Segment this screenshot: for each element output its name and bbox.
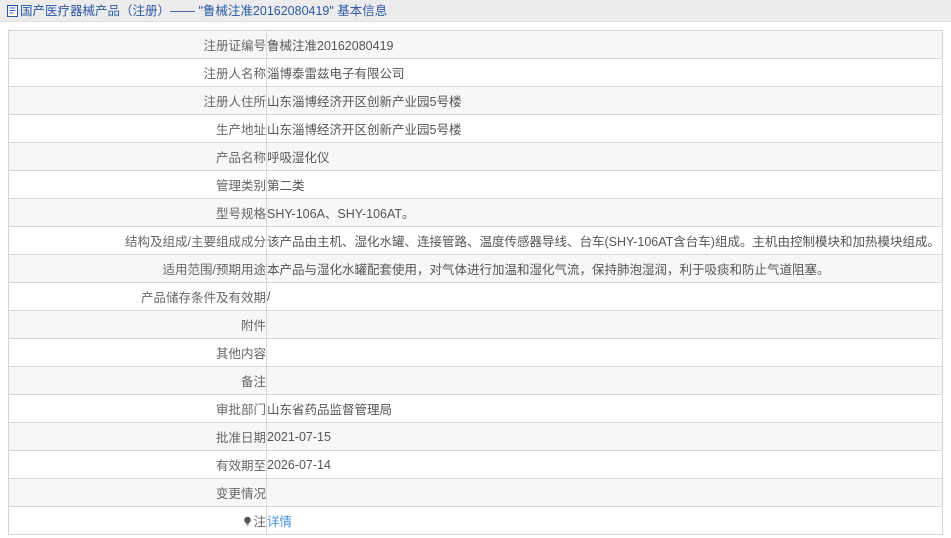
row-value: 山东淄博经济开区创新产业园5号楼	[266, 86, 943, 115]
page-title: 国产医疗器械产品（注册）—— "鲁械注准20162080419" 基本信息	[20, 3, 388, 18]
table-row: 注册人住所 山东淄博经济开区创新产业园5号楼	[8, 86, 943, 115]
row-label: 产品名称	[8, 142, 267, 171]
row-value	[266, 338, 943, 367]
row-label: 备注	[8, 366, 267, 395]
row-label: 注册人名称	[8, 58, 267, 87]
table-row: 型号规格 SHY-106A、SHY-106AT。	[8, 198, 943, 227]
table-row: 变更情况	[8, 478, 943, 507]
row-value	[266, 310, 943, 339]
row-label: 产品储存条件及有效期	[8, 282, 267, 311]
table-row: 结构及组成/主要组成成分 该产品由主机、湿化水罐、连接管路、温度传感器导线、台车…	[8, 226, 943, 255]
row-label: 结构及组成/主要组成成分	[8, 226, 267, 255]
row-value	[266, 478, 943, 507]
row-value: 呼吸湿化仪	[266, 142, 943, 171]
note-label-cell: 注	[8, 506, 267, 535]
table-row: 适用范围/预期用途 本产品与湿化水罐配套使用，对气体进行加温和湿化气流，保持肺泡…	[8, 254, 943, 283]
row-value: 第二类	[266, 170, 943, 199]
table-row: 注册人名称 淄博泰雷兹电子有限公司	[8, 58, 943, 87]
row-label: 有效期至	[8, 450, 267, 479]
row-value: 该产品由主机、湿化水罐、连接管路、温度传感器导线、台车(SHY-106AT含台车…	[266, 226, 943, 255]
table-row: 附件	[8, 310, 943, 339]
table-row: 生产地址 山东淄博经济开区创新产业园5号楼	[8, 114, 943, 143]
note-value-cell: 详情	[266, 506, 943, 535]
detail-link[interactable]: 详情	[267, 515, 292, 529]
table-row: 批准日期 2021-07-15	[8, 422, 943, 451]
row-value: 2026-07-14	[266, 450, 943, 479]
row-label: 管理类别	[8, 170, 267, 199]
lightbulb-note-icon	[244, 516, 252, 526]
row-value: 鲁械注准20162080419	[266, 30, 943, 59]
row-label: 生产地址	[8, 114, 267, 143]
table-row: 产品名称 呼吸湿化仪	[8, 142, 943, 171]
row-value: 本产品与湿化水罐配套使用，对气体进行加温和湿化气流，保持肺泡湿润，利于吸痰和防止…	[266, 254, 943, 283]
table-row: 备注	[8, 366, 943, 395]
row-label: 审批部门	[8, 394, 267, 423]
row-label: 变更情况	[8, 478, 267, 507]
table-row: 注册证编号 鲁械注准20162080419	[8, 30, 943, 59]
table-row: 审批部门 山东省药品监督管理局	[8, 394, 943, 423]
row-label: 型号规格	[8, 198, 267, 227]
note-label: 注	[253, 515, 266, 529]
row-value	[266, 366, 943, 395]
row-label: 附件	[8, 310, 267, 339]
table-body: 注册证编号 鲁械注准20162080419 注册人名称 淄博泰雷兹电子有限公司 …	[8, 30, 943, 535]
row-label: 批准日期	[8, 422, 267, 451]
row-value: 2021-07-15	[266, 422, 943, 451]
row-label: 其他内容	[8, 338, 267, 367]
table-row: 产品储存条件及有效期 /	[8, 282, 943, 311]
page-header: 国产医疗器械产品（注册）—— "鲁械注准20162080419" 基本信息	[0, 0, 951, 22]
row-label: 注册人住所	[8, 86, 267, 115]
row-value: /	[266, 282, 943, 311]
registration-info-table: 注册证编号 鲁械注准20162080419 注册人名称 淄博泰雷兹电子有限公司 …	[8, 30, 943, 535]
document-page-icon	[7, 4, 18, 17]
table-row: 有效期至 2026-07-14	[8, 450, 943, 479]
row-label: 适用范围/预期用途	[8, 254, 267, 283]
table-row: 其他内容	[8, 338, 943, 367]
table-container: 注册证编号 鲁械注准20162080419 注册人名称 淄博泰雷兹电子有限公司 …	[0, 22, 951, 535]
row-value: 山东省药品监督管理局	[266, 394, 943, 423]
row-label: 注册证编号	[8, 30, 267, 59]
row-value: SHY-106A、SHY-106AT。	[266, 198, 943, 227]
row-value: 山东淄博经济开区创新产业园5号楼	[266, 114, 943, 143]
table-row: 管理类别 第二类	[8, 170, 943, 199]
row-value: 淄博泰雷兹电子有限公司	[266, 58, 943, 87]
table-row-note: 注 详情	[8, 506, 943, 535]
